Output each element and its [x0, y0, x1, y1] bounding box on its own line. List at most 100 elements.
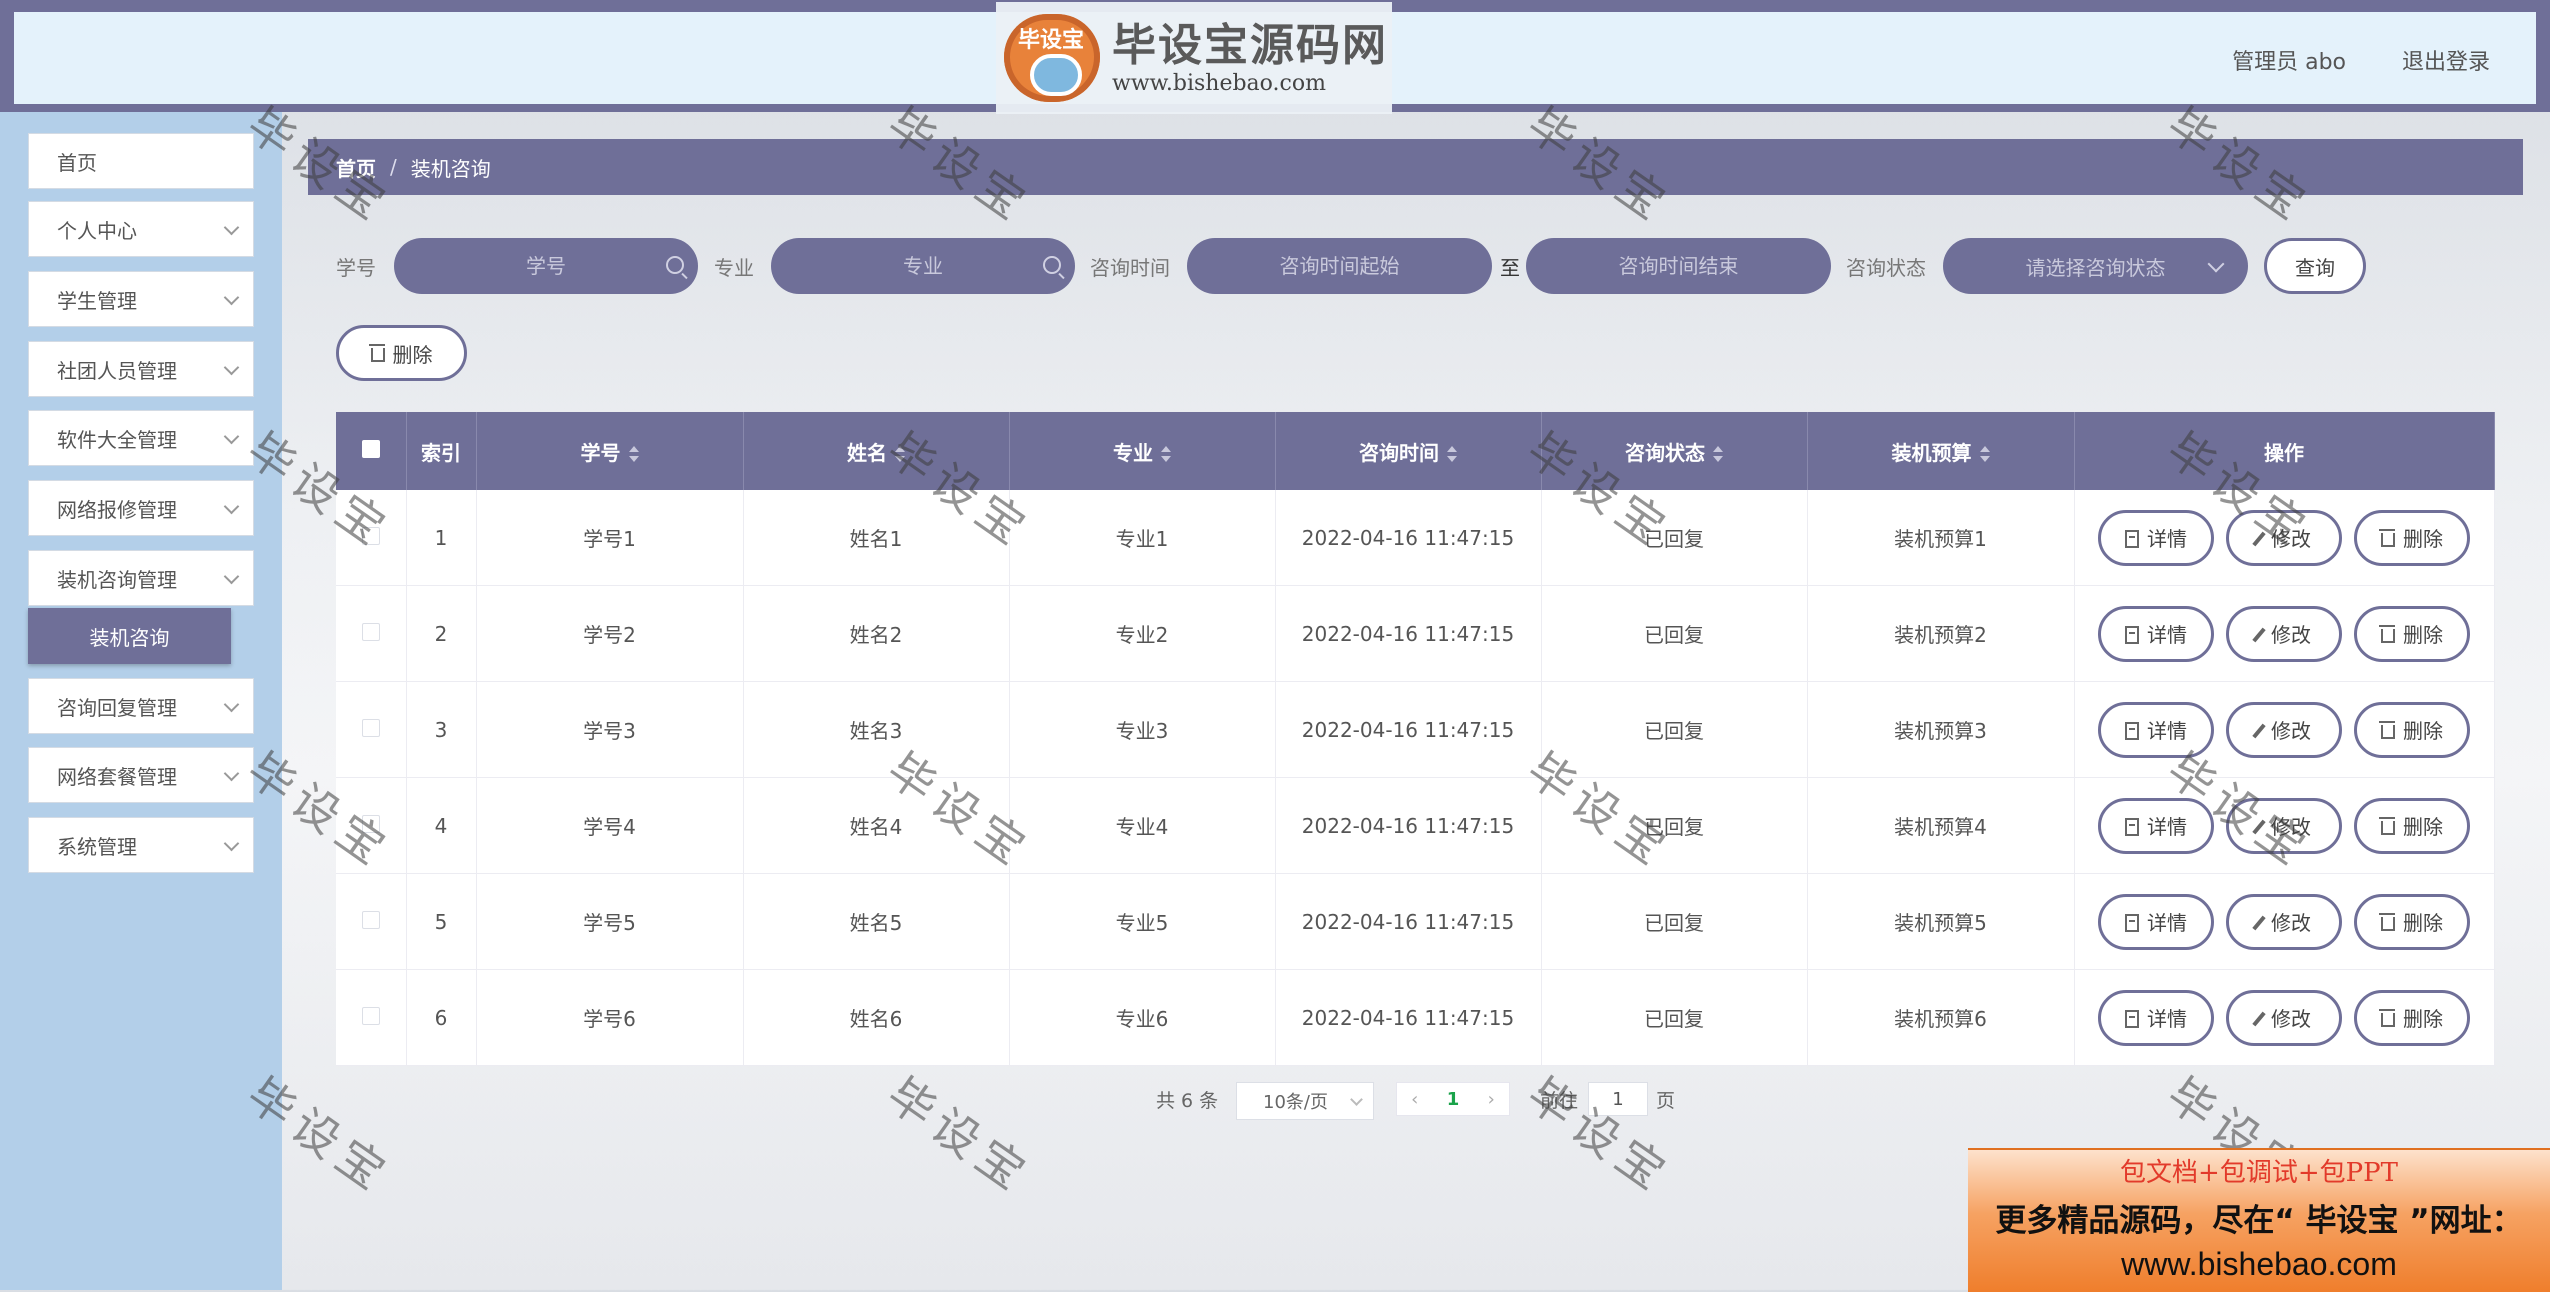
next-page-icon[interactable]: › — [1488, 1089, 1495, 1110]
row-select-cell — [336, 969, 407, 1066]
page-size-select[interactable]: 10条/页 — [1236, 1082, 1374, 1120]
column-header[interactable]: 姓名 — [743, 412, 1010, 490]
cell-status: 已回复 — [1541, 490, 1808, 586]
column-header: 索引 — [406, 412, 477, 490]
row-checkbox[interactable] — [361, 814, 380, 833]
sidebar-item-network-repair-mgmt[interactable]: 网络报修管理 — [28, 480, 254, 536]
detail-button[interactable]: 详情 — [2098, 605, 2214, 662]
sidebar-item-label: 装机咨询管理 — [57, 567, 177, 592]
header: 毕设宝 毕设宝源码网 www.bishebao.com 管理员 abo 退出登录 — [14, 2, 2536, 114]
consult-status-placeholder: 请选择咨询状态 — [2025, 255, 2166, 280]
sidebar-item-label: 网络报修管理 — [57, 497, 177, 522]
pencil-icon — [2252, 531, 2266, 546]
select-all-checkbox[interactable] — [361, 440, 380, 458]
sidebar-item-label: 个人中心 — [57, 218, 137, 243]
row-checkbox[interactable] — [361, 910, 380, 929]
document-icon — [2125, 913, 2139, 932]
document-icon — [2125, 721, 2139, 740]
trash-icon — [2379, 1008, 2395, 1027]
sidebar-item-install-consult-mgmt[interactable]: 装机咨询管理 — [28, 550, 254, 606]
major-input[interactable] — [771, 238, 1075, 294]
table-header-row: 索引 学号 姓名 专业 咨询时间 咨询状态 装机预算 操作 — [336, 412, 2495, 490]
sidebar-item-club-member-mgmt[interactable]: 社团人员管理 — [28, 341, 254, 397]
cell-major: 专业4 — [1009, 777, 1276, 874]
delete-button[interactable]: 删除 — [2354, 701, 2470, 758]
search-icon — [1043, 256, 1061, 274]
sidebar-item-software-mgmt[interactable]: 软件大全管理 — [28, 410, 254, 466]
column-header[interactable]: 学号 — [476, 412, 744, 490]
sidebar-item-home[interactable]: 首页 — [28, 133, 254, 189]
cell-time: 2022-04-16 11:47:15 — [1275, 490, 1542, 586]
edit-button[interactable]: 修改 — [2226, 701, 2342, 758]
delete-button[interactable]: 删除 — [2354, 605, 2470, 662]
edit-button[interactable]: 修改 — [2226, 797, 2342, 854]
chevron-down-icon — [223, 835, 240, 852]
query-button[interactable]: 查询 — [2264, 238, 2366, 294]
prev-page-icon[interactable]: ‹ — [1411, 1089, 1418, 1110]
delete-button[interactable]: 删除 — [2354, 509, 2470, 566]
cell-time: 2022-04-16 11:47:15 — [1275, 969, 1542, 1066]
cell-index: 3 — [406, 681, 477, 778]
detail-button[interactable]: 详情 — [2098, 989, 2214, 1046]
cell-status: 已回复 — [1541, 777, 1808, 874]
delete-button[interactable]: 删除 — [2354, 893, 2470, 950]
sort-icon[interactable] — [895, 446, 905, 462]
student-no-input[interactable] — [394, 238, 698, 294]
edit-button[interactable]: 修改 — [2226, 893, 2342, 950]
goto-page-input[interactable] — [1588, 1082, 1648, 1116]
detail-button[interactable]: 详情 — [2098, 701, 2214, 758]
row-checkbox[interactable] — [361, 1006, 380, 1025]
detail-button[interactable]: 详情 — [2098, 509, 2214, 566]
time-start-input[interactable] — [1187, 238, 1492, 294]
query-button-label: 查询 — [2295, 255, 2335, 280]
watermark: 毕设宝 — [877, 1066, 1042, 1205]
time-end-input[interactable] — [1526, 238, 1831, 294]
row-checkbox[interactable] — [361, 622, 380, 641]
pencil-icon — [2252, 1011, 2266, 1026]
batch-delete-button[interactable]: 删除 — [336, 325, 467, 381]
current-page[interactable]: 1 — [1447, 1089, 1460, 1110]
submenu-item-install-consult[interactable]: 装机咨询 — [28, 608, 231, 664]
breadcrumb-home[interactable]: 首页 — [336, 153, 376, 182]
edit-button[interactable]: 修改 — [2226, 989, 2342, 1046]
sidebar-item-network-package-mgmt[interactable]: 网络套餐管理 — [28, 747, 254, 803]
sort-icon[interactable] — [1979, 446, 1990, 462]
edit-button[interactable]: 修改 — [2226, 509, 2342, 566]
current-user: 管理员 abo — [2232, 50, 2346, 75]
sidebar-item-student-mgmt[interactable]: 学生管理 — [28, 271, 254, 327]
trash-icon — [2379, 624, 2395, 643]
sort-icon[interactable] — [1713, 446, 1723, 462]
row-select-cell — [336, 585, 407, 682]
logout-link[interactable]: 退出登录 — [2402, 44, 2490, 76]
column-header[interactable]: 装机预算 — [1807, 412, 2075, 490]
detail-button[interactable]: 详情 — [2098, 797, 2214, 854]
sort-icon[interactable] — [1161, 446, 1171, 462]
search-icon — [666, 256, 684, 274]
column-header[interactable]: 咨询时间 — [1275, 412, 1542, 490]
consult-status-select[interactable]: 请选择咨询状态 — [1943, 238, 2248, 294]
actions-cell: 详情 修改 删除 — [2074, 585, 2495, 682]
delete-button[interactable]: 删除 — [2354, 797, 2470, 854]
detail-button[interactable]: 详情 — [2098, 893, 2214, 950]
delete-button[interactable]: 删除 — [2354, 989, 2470, 1046]
cell-index: 1 — [406, 490, 477, 586]
sidebar-item-label: 学生管理 — [57, 288, 137, 313]
edit-button[interactable]: 修改 — [2226, 605, 2342, 662]
actions-cell: 详情 修改 删除 — [2074, 777, 2495, 874]
table-row: 5 学号5 姓名5 专业5 2022-04-16 11:47:15 已回复 装机预算5 详情修… — [336, 873, 2495, 970]
breadcrumb-separator: / — [390, 155, 397, 179]
sort-icon[interactable] — [628, 446, 639, 462]
sidebar-item-system-mgmt[interactable]: 系统管理 — [28, 817, 254, 873]
sort-icon[interactable] — [1447, 446, 1457, 462]
row-checkbox[interactable] — [361, 718, 380, 737]
sidebar-item-personal-center[interactable]: 个人中心 — [28, 201, 254, 257]
chevron-down-icon — [1350, 1093, 1363, 1106]
column-header[interactable]: 专业 — [1009, 412, 1276, 490]
cell-budget: 装机预算3 — [1807, 681, 2075, 778]
column-header[interactable]: 咨询状态 — [1541, 412, 1808, 490]
total-count: 共 6 条 — [1156, 1090, 1219, 1112]
sidebar-item-consult-reply-mgmt[interactable]: 咨询回复管理 — [28, 678, 254, 734]
pencil-icon — [2252, 723, 2266, 738]
chevron-down-icon — [2207, 255, 2225, 273]
row-checkbox[interactable] — [361, 526, 380, 545]
